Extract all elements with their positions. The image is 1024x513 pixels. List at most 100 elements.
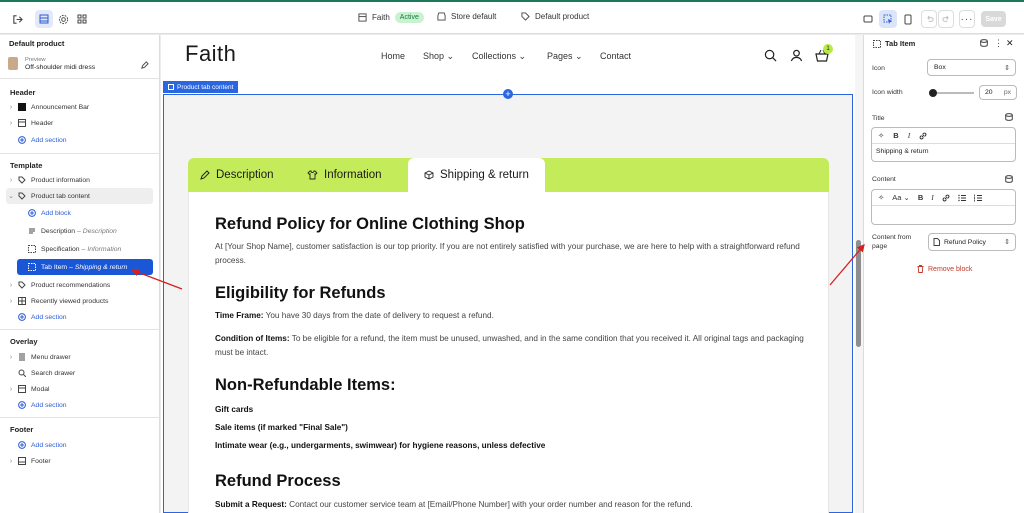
template-selector[interactable]: Default product [521,12,589,21]
more-options-icon[interactable]: ··· [959,10,975,28]
tab-information[interactable]: Information [307,158,382,192]
inspector-icon[interactable] [859,10,877,28]
modal-icon [16,384,28,394]
sidebar-item-product-recommendations[interactable]: › Product recommendations [6,277,166,293]
remove-block-button[interactable]: Remove block [917,265,972,273]
more-options-icon[interactable]: ⋮ [994,38,1003,49]
icon-width-slider-knob[interactable] [929,89,938,97]
redo-icon[interactable] [938,10,954,28]
condition-paragraph: Condition of Items: To be eligible for a… [215,332,805,360]
numbered-list-icon[interactable] [973,194,982,202]
account-icon[interactable] [790,49,803,62]
content-editor[interactable]: ✧ Aa ⌄ B I [871,189,1016,225]
sidebar-item-announcement-bar[interactable]: › Announcement Bar [6,99,166,115]
panel-title: Tab Item [885,39,916,48]
mobile-preview-icon[interactable] [899,10,917,28]
preview-scrollbar[interactable] [855,35,863,513]
template-label: Default product [535,12,590,21]
store-selector[interactable]: Store default [437,12,496,21]
sidebar-item-product-tab-content[interactable]: ⌄ Product tab content [6,188,153,204]
nav-label: Collections [472,51,517,61]
nav-pages[interactable]: Pages ⌄ [547,51,583,62]
timeframe-text: You have 30 days from the date of delive… [263,311,494,320]
theme-settings-gear-icon[interactable] [54,10,72,28]
title-editor[interactable]: ✧ B I Shipping & return [871,127,1016,162]
sidebar-item-modal[interactable]: › Modal [6,381,166,397]
scrollbar-thumb[interactable] [856,240,861,347]
magic-wand-icon[interactable]: ✧ [878,193,884,202]
sidebar-item-footer[interactable]: › Footer [6,453,166,469]
sidebar-item-product-information[interactable]: › Product information [6,172,166,188]
content-from-page-select[interactable]: Refund Policy ⇕ [928,233,1016,251]
sidebar-item-label: Announcement Bar [31,103,90,111]
chevron-down-icon: ⌄ [575,51,583,61]
nav-shop[interactable]: Shop ⌄ [423,51,454,62]
chevron-right-icon[interactable]: › [6,386,16,393]
icon-select[interactable]: Box ⇕ [927,59,1016,76]
section-tag: Product tab content [163,81,239,93]
chevron-right-icon[interactable]: › [6,458,16,465]
search-icon[interactable] [764,49,777,62]
italic-icon[interactable]: I [908,131,911,140]
box-icon [424,170,434,180]
chevron-right-icon[interactable]: › [6,282,16,289]
add-block-label: Add block [41,209,71,217]
nav-home[interactable]: Home [381,51,405,61]
chevron-right-icon[interactable]: › [6,177,16,184]
dynamic-source-icon[interactable] [1005,175,1013,183]
plus-circle-icon [16,135,28,145]
sidebar-item-recently-viewed[interactable]: › Recently viewed products [6,293,166,309]
tab-description[interactable]: Description [200,158,274,192]
theme-selector[interactable]: Faith Active [358,12,424,23]
sidebar-item-search-drawer[interactable]: Search drawer [16,365,176,381]
nav-contact[interactable]: Contact [600,51,631,61]
icon-width-slider-track[interactable] [929,89,974,97]
bold-icon[interactable]: B [918,193,923,202]
add-section-header[interactable]: Add section [16,132,176,148]
add-section-label: Add section [31,401,67,409]
list-item: Sale items (if marked "Final Sale") [215,423,348,432]
chevron-right-icon[interactable]: › [6,298,16,305]
store-logo[interactable]: Faith [185,41,236,67]
tag-icon [16,191,28,201]
add-section-overlay[interactable]: Add section [16,397,176,413]
chevron-right-icon[interactable]: › [6,120,16,127]
add-section-footer[interactable]: Add section [16,437,176,453]
link-icon[interactable] [919,132,927,140]
bullet-list-icon[interactable] [958,194,966,202]
nav-collections[interactable]: Collections ⌄ [472,51,526,62]
sidebar-item-header[interactable]: › Header [6,115,166,131]
exit-icon[interactable] [8,10,26,28]
select-cursor-icon[interactable] [879,10,897,28]
footer-layout-icon [16,456,28,466]
tab-shipping-return[interactable]: Shipping & return [408,158,545,192]
undo-icon[interactable] [921,10,937,28]
italic-icon[interactable]: I [931,193,934,202]
edit-pencil-icon[interactable] [140,61,149,70]
block-name: Specification [41,245,80,253]
chevron-down-icon[interactable]: ⌄ [6,192,16,200]
left-sidebar: Default product Preview Off-shoulder mid… [0,35,160,513]
chevron-right-icon[interactable]: › [6,354,16,361]
block-tab-item[interactable]: Tab Item – Shipping & return [17,259,153,275]
chevron-right-icon[interactable]: › [6,104,16,111]
sections-icon[interactable] [35,10,53,28]
close-icon[interactable]: ✕ [1006,38,1014,49]
top-bar: Faith Active Store default Default produ… [0,0,1024,34]
heading-refund-policy: Refund Policy for Online Clothing Shop [215,215,525,233]
apps-icon[interactable] [73,10,91,28]
bold-icon[interactable]: B [893,131,898,140]
add-section-template[interactable]: Add section [16,309,176,325]
icon-width-input[interactable]: 20 px [979,85,1017,100]
font-size-icon[interactable]: Aa ⌄ [892,193,910,202]
link-icon[interactable] [942,194,950,202]
sidebar-item-label: Modal [31,385,50,393]
preview-product[interactable]: Off-shoulder midi dress [25,64,95,71]
add-section-plus-icon[interactable]: + [503,89,513,99]
dynamic-source-icon[interactable] [1005,113,1013,121]
theme-name: Faith [372,13,390,22]
database-icon[interactable] [980,39,988,47]
save-button[interactable]: Save [981,11,1006,27]
sidebar-item-menu-drawer[interactable]: › Menu drawer [6,349,166,365]
magic-wand-icon[interactable]: ✧ [878,131,884,140]
